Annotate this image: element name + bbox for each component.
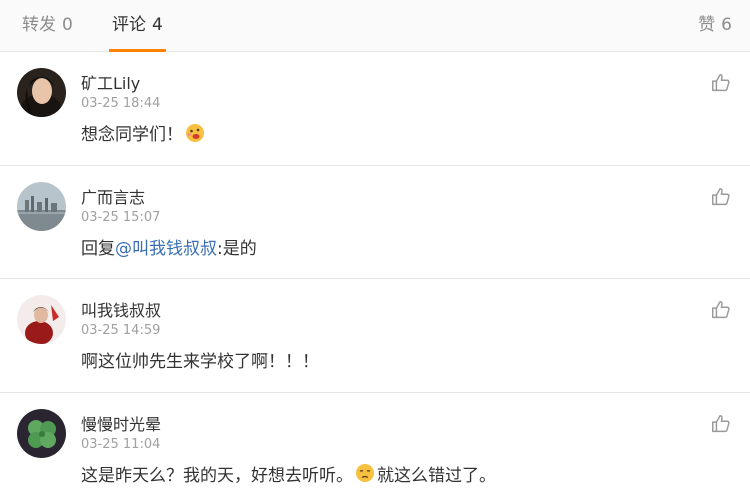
comment-text: 这是昨天么？我的天，好想去听听。 就这么错过了。 (81, 461, 496, 486)
tab-comments[interactable]: 评论 4 (109, 0, 166, 52)
comment-text: 啊这位帅先生来学校了啊！！！ (81, 347, 319, 372)
comment-item: 广而言志 03-25 15:07 回复 @叫我钱叔叔:是的 (0, 166, 750, 279)
comment-text-tail: 就这么错过了。 (377, 465, 496, 486)
comment-time: 03-25 18:44 (81, 96, 161, 111)
commenter-name[interactable]: 矿工Lily (81, 70, 140, 94)
thumbs-up-icon[interactable] (710, 413, 732, 435)
comment-text-body: 啊这位帅先生来学校了啊！！！ (81, 352, 319, 372)
commenter-name[interactable]: 叫我钱叔叔 (81, 297, 161, 321)
avatar[interactable] (17, 181, 66, 231)
thumbs-up-icon[interactable] (710, 299, 732, 321)
avatar[interactable] (17, 68, 66, 117)
comment-item: 慢慢时光晕 03-25 11:04 这是昨天么？我的天，好想去听听。 就这么错过… (0, 393, 750, 497)
tab-repost-count: 0 (62, 15, 73, 35)
sad-face-emoji-icon (355, 463, 375, 483)
comment-text: 想念同学们！ (81, 120, 207, 145)
comment-item: 矿工Lily 03-25 18:44 想念同学们！ (0, 52, 750, 166)
tab-repost-label: 转发 (22, 15, 56, 35)
tab-likes-count: 6 (721, 15, 732, 35)
comment-text-body: 想念同学们！ (81, 125, 183, 145)
tab-likes[interactable]: 赞6 (698, 0, 732, 52)
thumbs-up-icon[interactable] (710, 72, 732, 94)
comment-time: 03-25 11:04 (81, 436, 161, 452)
comment-time: 03-25 14:59 (81, 323, 161, 338)
avatar[interactable] (17, 295, 66, 344)
comment-text-body: 这是昨天么？我的天，好想去听听。 (81, 465, 353, 486)
comment-time: 03-25 15:07 (81, 209, 161, 225)
comment-text: 回复 @叫我钱叔叔:是的 (81, 234, 257, 259)
thumbs-up-icon[interactable] (710, 186, 732, 208)
comment-list: 矿工Lily 03-25 18:44 想念同学们！ 广而言志 03-25 15:… (0, 52, 750, 497)
tab-comments-label: 评论 (112, 15, 146, 35)
comment-text-body: :是的 (217, 238, 257, 259)
comment-item: 叫我钱叔叔 03-25 14:59 啊这位帅先生来学校了啊！！！ (0, 279, 750, 393)
mention-link[interactable]: @叫我钱叔叔 (115, 234, 217, 259)
commenter-name[interactable]: 慢慢时光晕 (81, 411, 161, 435)
avatar[interactable] (17, 408, 66, 458)
tab-likes-label: 赞 (698, 15, 716, 35)
drooling-face-emoji-icon (185, 123, 205, 143)
tab-repost[interactable]: 转发 0 (22, 0, 73, 52)
comment-tabs: 转发 0 评论 4 赞6 (0, 0, 750, 52)
reply-prefix: 回复 (81, 238, 115, 259)
commenter-name[interactable]: 广而言志 (81, 184, 145, 208)
tab-comments-count: 4 (152, 15, 163, 35)
